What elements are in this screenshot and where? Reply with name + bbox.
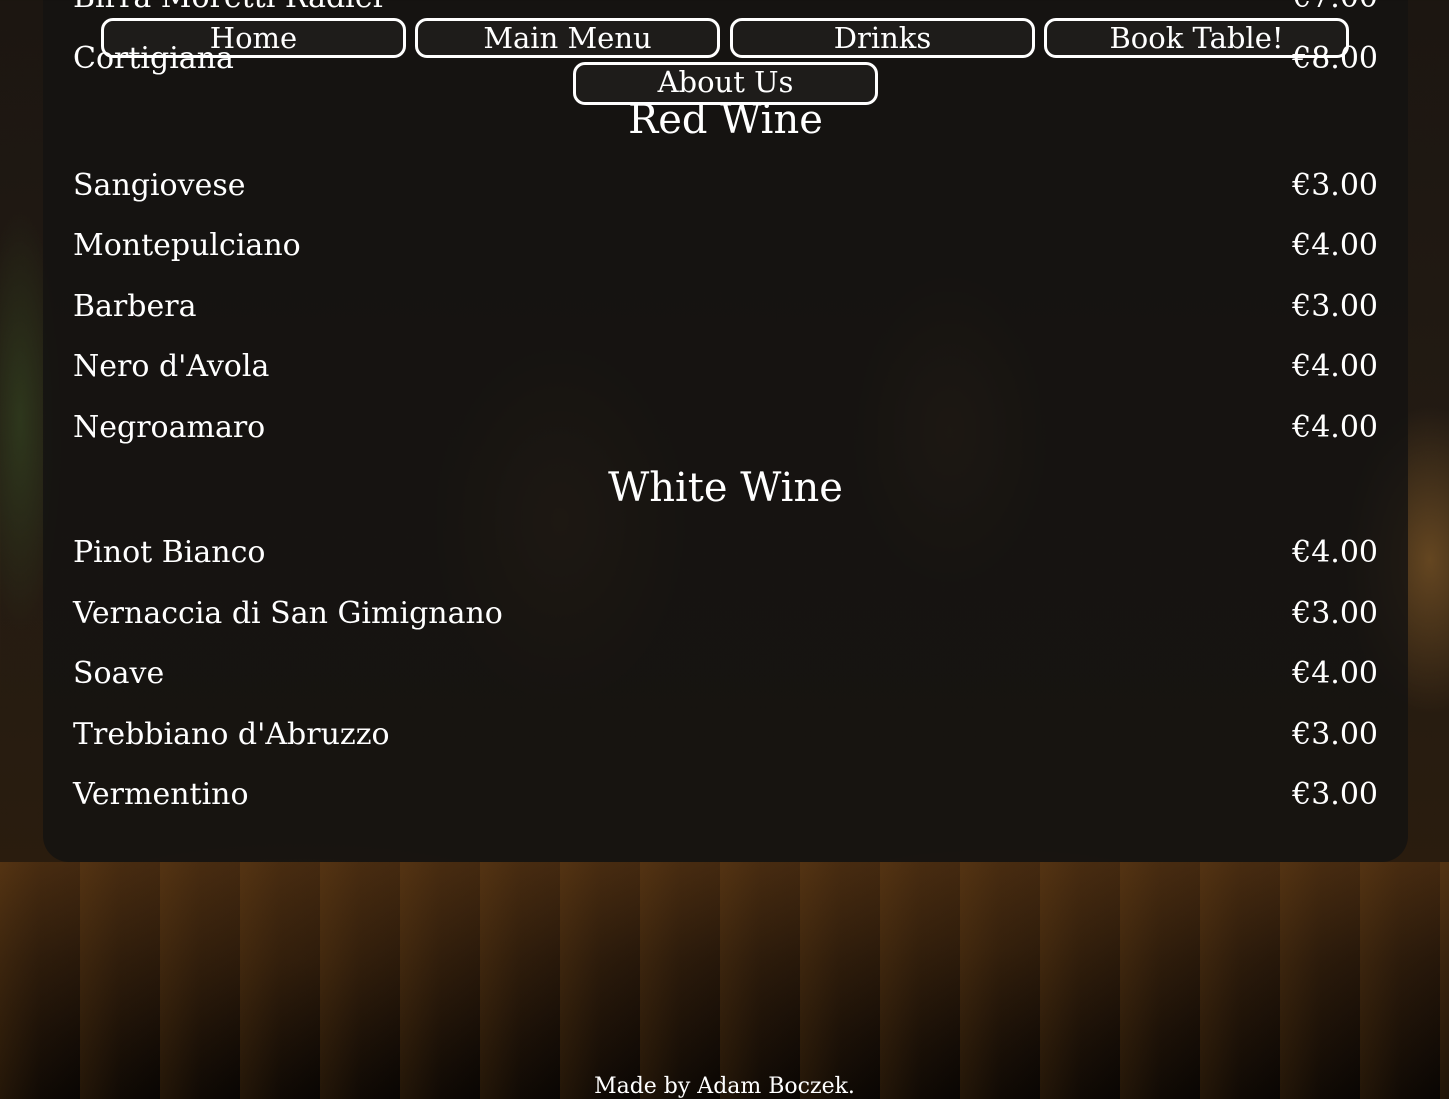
- menu-item-name: Sangiovese: [73, 168, 246, 203]
- menu-item-price: €4.00: [1292, 656, 1378, 691]
- menu-item: Vermentino €3.00: [73, 777, 1378, 813]
- menu-item: Vernaccia di San Gimignano €3.00: [73, 596, 1378, 632]
- menu-item: Negroamaro €4.00: [73, 410, 1378, 446]
- menu-item-price: €3.00: [1292, 717, 1378, 752]
- menu-item: Barbera €3.00: [73, 289, 1378, 325]
- menu-item-name: Montepulciano: [73, 228, 301, 263]
- footer-credit: Made by Adam Boczek.: [594, 1074, 855, 1099]
- menu-item-name: Vernaccia di San Gimignano: [73, 596, 503, 631]
- menu-item: Montepulciano €4.00: [73, 228, 1378, 264]
- menu-item-name: Barbera: [73, 289, 197, 324]
- menu-item-name: Soave: [73, 656, 165, 691]
- menu-item: Nero d'Avola €4.00: [73, 349, 1378, 385]
- nav-button-book-table[interactable]: Book Table!: [1044, 18, 1349, 58]
- nav-button-drinks[interactable]: Drinks: [730, 18, 1035, 58]
- menu-item: Sangiovese €3.00: [73, 168, 1378, 204]
- menu-item-name: Pinot Bianco: [73, 535, 266, 570]
- menu-item-name: Birra Moretti Radler: [73, 0, 387, 16]
- menu-item: Birra Moretti Radler €7.00: [73, 0, 1378, 16]
- menu-item-name: Negroamaro: [73, 410, 266, 445]
- menu-item-price: €4.00: [1292, 410, 1378, 445]
- menu-item: Pinot Bianco €4.00: [73, 535, 1378, 571]
- menu-item-price: €4.00: [1292, 349, 1378, 384]
- menu-item-price: €3.00: [1292, 289, 1378, 324]
- drinks-menu-panel: Birra Moretti Radler €7.00 Cortigiana €8…: [43, 0, 1408, 862]
- menu-item-price: €3.00: [1292, 168, 1378, 203]
- background-bar-counter: [0, 862, 1449, 1099]
- nav-button-home[interactable]: Home: [101, 18, 406, 58]
- menu-item-price: €7.00: [1292, 0, 1378, 16]
- menu-item-name: Vermentino: [73, 777, 249, 812]
- section-title-white-wine: White Wine: [608, 465, 843, 511]
- menu-item-price: €4.00: [1292, 535, 1378, 570]
- menu-item-name: Nero d'Avola: [73, 349, 270, 384]
- nav-button-about-us[interactable]: About Us: [573, 62, 878, 105]
- menu-item: Trebbiano d'Abruzzo €3.00: [73, 717, 1378, 753]
- nav-button-main-menu[interactable]: Main Menu: [415, 18, 720, 58]
- menu-item-price: €3.00: [1292, 596, 1378, 631]
- menu-item-price: €4.00: [1292, 228, 1378, 263]
- menu-item-price: €3.00: [1292, 777, 1378, 812]
- menu-item: Soave €4.00: [73, 656, 1378, 692]
- menu-item-name: Trebbiano d'Abruzzo: [73, 717, 390, 752]
